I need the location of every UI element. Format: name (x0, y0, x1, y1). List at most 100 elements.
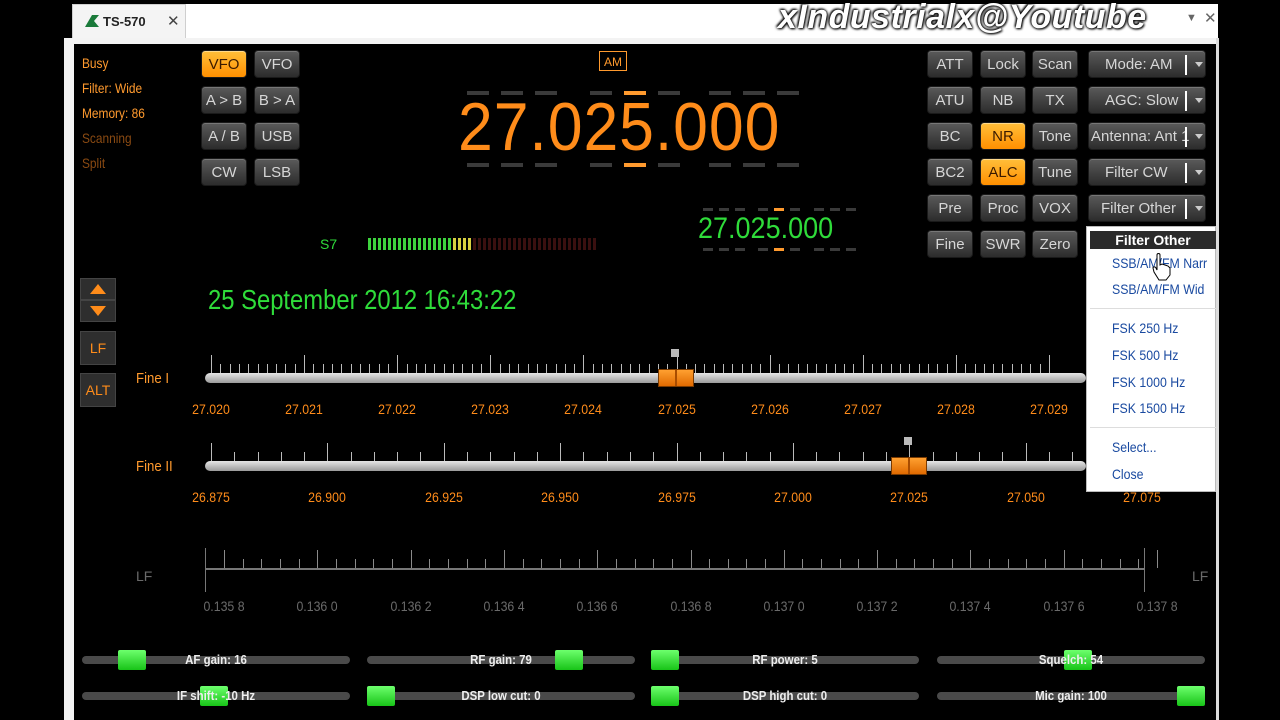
lsb-button[interactable]: LSB (254, 158, 300, 186)
usb-button[interactable]: USB (254, 122, 300, 150)
fine-1-tick (872, 364, 874, 373)
zero-button[interactable]: Zero (1032, 230, 1078, 258)
lf-tick-label: 0.136 2 (390, 598, 432, 614)
fine-2-thumb[interactable] (891, 457, 927, 475)
sub-frequency[interactable]: 27.025.000 (698, 212, 833, 246)
s-meter-segment (418, 238, 421, 250)
nb-button[interactable]: NB (980, 86, 1026, 114)
lf-tick (466, 559, 468, 568)
fine-2-tick (792, 443, 794, 461)
fine-2-tick (1025, 443, 1027, 461)
antenna-dropdown[interactable]: Antenna: Ant 1 (1088, 122, 1206, 150)
filter-menu-item[interactable]: FSK 250 Hz (1112, 320, 1178, 336)
step-up-button[interactable] (80, 278, 116, 300)
vfo-a-button[interactable]: VFO A (201, 50, 247, 101)
fine-1-tick-label: 27.024 (564, 401, 603, 417)
agc-dropdown[interactable]: AGC: Slow (1088, 86, 1206, 114)
af-gain-slider[interactable]: AF gain: 16 (82, 650, 350, 670)
a-slash-b-button[interactable]: A / B (201, 122, 247, 150)
s-meter-segment (508, 238, 511, 250)
fine-1-tick (1011, 364, 1013, 373)
bc-button[interactable]: BC (927, 122, 973, 150)
squelch-slider[interactable]: Squelch: 54 (937, 650, 1205, 670)
filter-menu-item[interactable]: FSK 1500 Hz (1112, 400, 1185, 416)
dsp-low-cut-slider[interactable]: DSP low cut: 0 (367, 686, 635, 706)
tx-button[interactable]: TX (1032, 86, 1078, 114)
tab-ts570[interactable]: TS-570 ✕ (72, 4, 186, 38)
fine-1-tick-label: 27.022 (378, 401, 417, 417)
mic-gain-slider[interactable]: Mic gain: 100 (937, 686, 1205, 706)
filter-menu-item[interactable]: SSB/AM/FM Wid (1112, 281, 1204, 297)
main-frequency[interactable]: 27.025.000 (458, 88, 780, 166)
digit-marker (846, 248, 856, 251)
step-down-button[interactable] (80, 300, 116, 322)
filter-menu-item[interactable]: FSK 1000 Hz (1112, 374, 1185, 390)
fine-1-tick (620, 364, 622, 373)
vox-button[interactable]: VOX (1032, 194, 1078, 222)
fine-1-tick (732, 364, 734, 373)
tab-close-icon[interactable]: ✕ (167, 12, 180, 30)
fine-1-tick (602, 364, 604, 373)
lf-tick (429, 559, 431, 568)
mode-dropdown[interactable]: Mode: AM (1088, 50, 1206, 78)
lf-tick (765, 559, 767, 568)
fine-button[interactable]: Fine (927, 230, 973, 258)
filter-cw-dropdown[interactable]: Filter CW (1088, 158, 1206, 186)
nr-button[interactable]: NR (980, 122, 1026, 150)
filter-other-menu: Filter Other SSB/AM/FM Narr SSB/AM/FM Wi… (1086, 226, 1216, 492)
s-meter-segment (473, 238, 476, 250)
scan-button[interactable]: Scan (1032, 50, 1078, 78)
lf-tick (1082, 559, 1084, 568)
dsp-low-cut-label: DSP low cut: 0 (461, 688, 541, 703)
window-close-icon[interactable]: ✕ (1204, 9, 1217, 27)
bc2-button[interactable]: BC2 (927, 158, 973, 186)
rf-power-slider[interactable]: RF power: 5 (651, 650, 919, 670)
fine-2-tick (699, 452, 701, 461)
alt-button[interactable]: ALT (80, 373, 116, 407)
vfo-b-button[interactable]: VFO B (254, 50, 300, 101)
pre-button[interactable]: Pre (927, 194, 973, 222)
dsp-high-cut-slider[interactable]: DSP high cut: 0 (651, 686, 919, 706)
fine-2-rail[interactable] (205, 461, 1086, 471)
tone-button[interactable]: Tone (1032, 122, 1078, 150)
lf-tick (541, 559, 543, 568)
s-meter-segment (403, 238, 406, 250)
fine-1-thumb[interactable] (658, 369, 694, 387)
if-shift-slider[interactable]: IF shift: -10 Hz (82, 686, 350, 706)
fine-2-tick (513, 452, 515, 461)
lock-button[interactable]: Lock (980, 50, 1026, 78)
b-to-a-button[interactable]: B > A (254, 86, 300, 114)
fine-1-tick (276, 364, 278, 373)
s-meter-segment (588, 238, 591, 250)
filter-menu-item[interactable]: FSK 500 Hz (1112, 347, 1178, 363)
filter-menu-select[interactable]: Select... (1112, 439, 1157, 455)
rf-gain-slider[interactable]: RF gain: 79 (367, 650, 635, 670)
swr-button[interactable]: SWR (980, 230, 1026, 258)
proc-button[interactable]: Proc (980, 194, 1026, 222)
tune-button[interactable]: Tune (1032, 158, 1078, 186)
alc-button[interactable]: ALC (980, 158, 1026, 186)
fine-2-tick (211, 443, 212, 461)
tab-list-chevron-icon[interactable]: ▼ (1186, 12, 1197, 24)
mic-gain-label: Mic gain: 100 (1035, 688, 1107, 703)
lf-tick (559, 559, 561, 568)
s-meter-segment (388, 238, 391, 250)
fine-2-tick (629, 452, 631, 461)
s-meter-segment (368, 238, 371, 250)
filter-menu-close[interactable]: Close (1112, 466, 1144, 482)
lf-tick (709, 559, 711, 568)
att-button[interactable]: ATT (927, 50, 973, 78)
fine-1-tick (238, 364, 240, 373)
mode-badge: AM (599, 51, 627, 71)
atu-button[interactable]: ATU (927, 86, 973, 114)
fine-1-rail[interactable] (205, 373, 1086, 383)
s-meter-segment (468, 238, 471, 250)
fine-1-tick (304, 355, 306, 373)
filter-other-dropdown[interactable]: Filter Other (1088, 194, 1206, 222)
fine-1-tick (797, 364, 799, 373)
cw-button[interactable]: CW (201, 158, 247, 186)
fine-2-tick (676, 443, 678, 461)
lf-tick-label: 0.137 4 (949, 598, 991, 614)
lf-button[interactable]: LF (80, 331, 116, 365)
a-to-b-button[interactable]: A > B (201, 86, 247, 114)
